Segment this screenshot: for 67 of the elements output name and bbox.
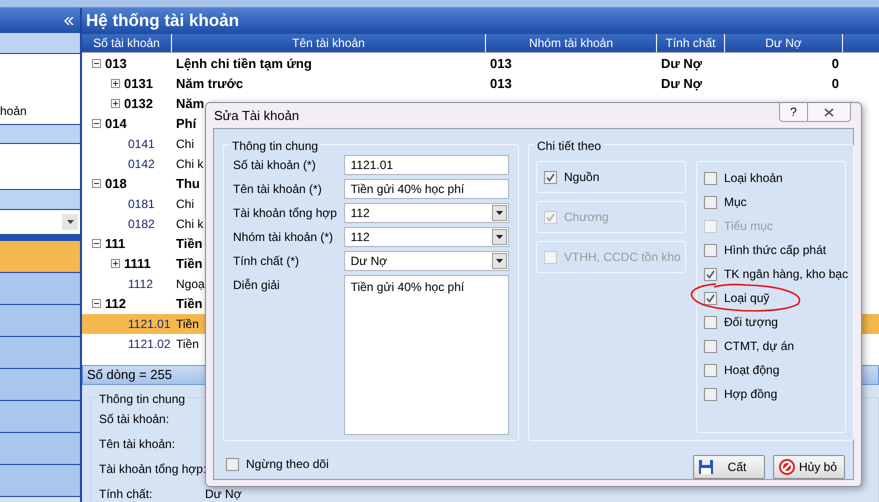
account-name: Tiền xyxy=(176,256,202,271)
account-number: 0131 xyxy=(124,74,153,93)
account-name: Năm trước xyxy=(176,76,244,91)
dialog-title: Sửa Tài khoản xyxy=(214,106,300,125)
checkbox-label: Loại quỹ xyxy=(724,290,770,307)
account-number: 112 xyxy=(105,294,126,313)
account-name: Tiền xyxy=(176,336,199,350)
account-name: Tiền xyxy=(176,236,202,251)
checkbox-label: VTHH, CCDC tồn kho xyxy=(564,249,681,266)
checkbox-label: Hình thức cấp phát xyxy=(724,242,826,259)
checkbox-label: Nguồn xyxy=(564,169,600,186)
select-value: 112 xyxy=(350,229,370,246)
account-number: 1121.02 xyxy=(127,336,170,352)
account-name: Chi k xyxy=(176,216,204,230)
sidebar-label: hoản xyxy=(0,103,27,120)
select-value: 112 xyxy=(350,205,370,222)
checkbox-label: Chương xyxy=(564,209,609,226)
detail-label: Tên tài khoản: xyxy=(99,436,176,448)
account-group: 013 xyxy=(490,56,512,71)
field-label: Tài khoản tổng hợp xyxy=(233,205,338,222)
account-number: 0182 xyxy=(127,216,155,232)
account-number: 1111 xyxy=(124,254,151,273)
checkbox-label: Hợp đồng xyxy=(724,386,778,403)
checkbox-label: Ngừng theo dõi xyxy=(246,456,329,473)
checkbox-label: CTMT, dự án xyxy=(724,338,794,355)
account-number: 1112 xyxy=(127,276,153,292)
account-nature: Dư Nợ xyxy=(661,56,702,71)
debit-balance: 0 xyxy=(832,76,839,91)
select-value: Dư Nợ xyxy=(350,253,388,270)
debit-balance: 0 xyxy=(832,56,839,71)
field-label: Diễn giải xyxy=(233,277,281,294)
account-number: 018 xyxy=(105,174,127,193)
checkbox-label: Tiểu mục xyxy=(724,218,773,235)
account-number: 0141 xyxy=(127,136,155,152)
checkbox-label: Đối tượng xyxy=(724,314,778,331)
account-name: Chi xyxy=(176,136,194,150)
account-number: 1121.01 xyxy=(127,316,170,332)
checkbox-label: TK ngân hàng, kho bạc xyxy=(724,266,848,283)
account-name: Chi xyxy=(176,196,194,210)
detail-label: Số tài khoản: xyxy=(99,410,170,424)
field-label: Số tài khoản (*) xyxy=(233,157,317,174)
account-nature: Dư Nợ xyxy=(661,76,702,91)
field-label: Tính chất (*) xyxy=(233,253,300,270)
field-label: Tên tài khoản (*) xyxy=(233,181,323,198)
account-name: Năm xyxy=(176,96,204,111)
account-number: 0142 xyxy=(127,156,155,172)
checkbox-label: Loại khoản xyxy=(724,170,783,187)
account-number: 013 xyxy=(105,54,127,73)
account-number: 111 xyxy=(105,234,126,253)
field-label: Nhóm tài khoản (*) xyxy=(233,229,334,246)
detail-label: Tài khoản tổng hợp: xyxy=(99,460,205,474)
account-name: Ngoạ xyxy=(176,276,205,290)
account-group: 013 xyxy=(490,76,512,91)
account-name: Tiền xyxy=(176,296,202,311)
account-name: Tiền xyxy=(176,316,199,330)
account-name: Thu xyxy=(176,176,200,191)
detail-label: Tính chất: xyxy=(99,486,154,498)
account-number: 014 xyxy=(105,114,127,133)
account-number: 0132 xyxy=(124,94,153,113)
checkbox-label: Mục xyxy=(724,194,747,211)
account-name: Phí xyxy=(176,116,196,131)
account-number: 0181 xyxy=(127,196,155,212)
account-name: Chi k xyxy=(176,156,204,170)
checkbox-label: Hoạt động xyxy=(724,362,780,379)
page-title: Hệ thống tài khoản xyxy=(86,10,239,32)
detail-value: Dư Nợ xyxy=(205,486,242,498)
account-name: Lệnh chi tiền tạm ứng xyxy=(176,56,312,71)
